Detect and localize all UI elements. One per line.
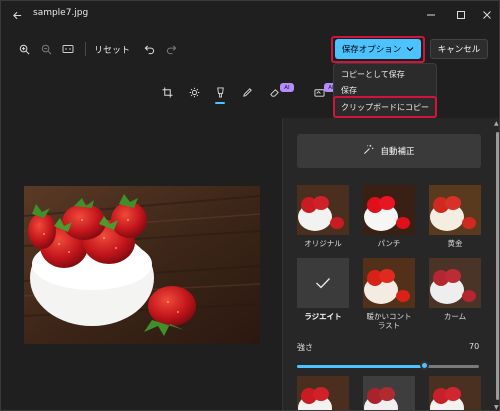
- checkmark-icon: [316, 278, 330, 289]
- panel-scrollbar[interactable]: ▲ ▼: [494, 120, 499, 410]
- filter-thumbnail: [429, 185, 481, 235]
- scroll-down-icon[interactable]: ▼: [494, 404, 499, 410]
- zoom-toolbar: リセット: [13, 39, 182, 59]
- filter-row3-2[interactable]: [363, 376, 415, 410]
- filter-thumbnail: [297, 185, 349, 235]
- actual-size-icon[interactable]: [57, 39, 79, 59]
- filter-thumbnail: [429, 376, 481, 410]
- copy-to-clipboard-highlight-box: [333, 96, 437, 118]
- filter-label: パンチ: [377, 239, 401, 248]
- filter-warm-contrast[interactable]: 暖かいコントラスト: [363, 258, 415, 330]
- filter-label: 暖かいコントラスト: [366, 312, 412, 330]
- strawberry-photo-image: [24, 186, 260, 344]
- back-arrow-icon[interactable]: [7, 5, 27, 25]
- filter-label: ラジエイト: [304, 312, 342, 321]
- filter-row3-3[interactable]: [429, 376, 481, 410]
- strength-slider[interactable]: [297, 361, 479, 370]
- filter-thumbnail: [363, 376, 415, 410]
- strawberry-photo: [24, 186, 260, 344]
- strength-slider-thumb[interactable]: [419, 361, 429, 370]
- redo-icon[interactable]: [160, 39, 182, 59]
- ai-badge: AI: [280, 83, 294, 92]
- filter-thumbnail: [429, 258, 481, 308]
- markup-pen-icon[interactable]: [238, 83, 256, 101]
- filter-label: オリジナル: [304, 239, 342, 248]
- save-options-highlight-box: [331, 36, 425, 63]
- title-bar: sample7.jpg: [1, 1, 499, 29]
- filter-golden[interactable]: 黄金: [429, 185, 481, 248]
- filter-radiate[interactable]: ラジエイト: [297, 258, 349, 321]
- filter-punch[interactable]: パンチ: [363, 185, 415, 248]
- filter-label: 黄金: [447, 239, 463, 248]
- strength-label: 強さ: [297, 343, 313, 352]
- toolbar-divider: [85, 42, 86, 56]
- active-tool-indicator: [215, 102, 225, 104]
- strength-value: 70: [469, 342, 480, 351]
- filter-thumbnail: [363, 258, 415, 308]
- close-button[interactable]: [475, 5, 499, 25]
- zoom-out-icon[interactable]: [35, 39, 57, 59]
- strength-slider-fill: [297, 365, 425, 368]
- filter-thumbnail: [297, 376, 349, 410]
- filter-thumbnail: [363, 185, 415, 235]
- window-title: sample7.jpg: [33, 8, 89, 18]
- auto-fix-label: 自動補正: [380, 147, 415, 157]
- minimize-button[interactable]: [419, 5, 443, 25]
- menu-item-save-as-copy[interactable]: コピーとして保存: [334, 66, 436, 82]
- filter-panel: 自動補正 オリジナル パンチ 黄金 ラジエイト 暖かいコントラスト カーム 強さ…: [282, 118, 499, 410]
- magic-wand-icon: [363, 144, 374, 158]
- filter-label: カーム: [443, 312, 467, 321]
- photos-app-window: sample7.jpg リセット 保存オプション キャンセル AI AI コピー…: [0, 0, 500, 411]
- filter-original[interactable]: オリジナル: [297, 185, 349, 248]
- scrollbar-thumb[interactable]: [496, 132, 499, 400]
- filter-thumbnail-selected: [297, 258, 349, 308]
- crop-icon[interactable]: [158, 83, 176, 101]
- reset-button[interactable]: リセット: [92, 43, 138, 56]
- filter-calm[interactable]: カーム: [429, 258, 481, 321]
- maximize-button[interactable]: [449, 5, 473, 25]
- brightness-icon[interactable]: [185, 83, 203, 101]
- filter-row3-1[interactable]: [297, 376, 349, 410]
- zoom-in-icon[interactable]: [13, 39, 35, 59]
- cancel-button[interactable]: キャンセル: [430, 39, 488, 59]
- filter-icon[interactable]: [211, 83, 229, 101]
- undo-icon[interactable]: [138, 39, 160, 59]
- scroll-up-icon[interactable]: ▲: [494, 120, 499, 127]
- auto-fix-button[interactable]: 自動補正: [297, 134, 481, 168]
